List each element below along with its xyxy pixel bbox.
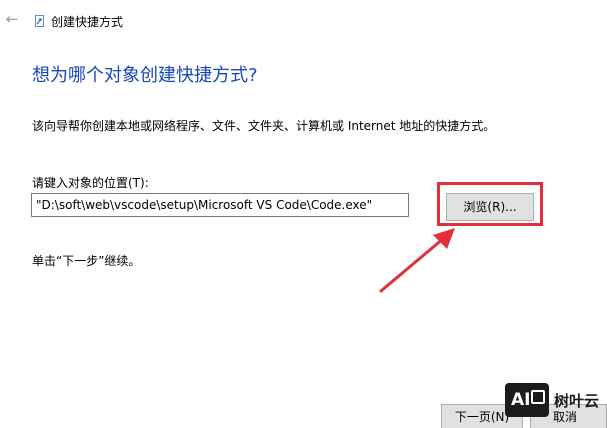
watermark: AI 树叶云 [505,382,607,428]
page-heading: 想为哪个对象创建快捷方式? [32,65,258,86]
back-arrow-icon[interactable]: ← [4,9,20,29]
wizard-description: 该向导帮你创建本地或网络程序、文件、文件夹、计算机或 Internet 地址的快… [32,119,496,133]
watermark-logo-icon: AI [505,383,549,417]
location-label: 请键入对象的位置(T): [32,176,149,190]
watermark-frame-icon [531,390,545,404]
window-title: 创建快捷方式 [51,15,124,29]
shortcut-wizard-icon [35,15,44,27]
title-bar: ← 创建快捷方式 [0,0,607,44]
annotation-highlight-box [437,182,543,226]
location-input[interactable] [31,193,409,217]
continue-hint: 单击“下一步”继续。 [32,254,141,268]
watermark-logo-text: AI [511,390,531,410]
watermark-brand: 树叶云 [554,392,600,410]
